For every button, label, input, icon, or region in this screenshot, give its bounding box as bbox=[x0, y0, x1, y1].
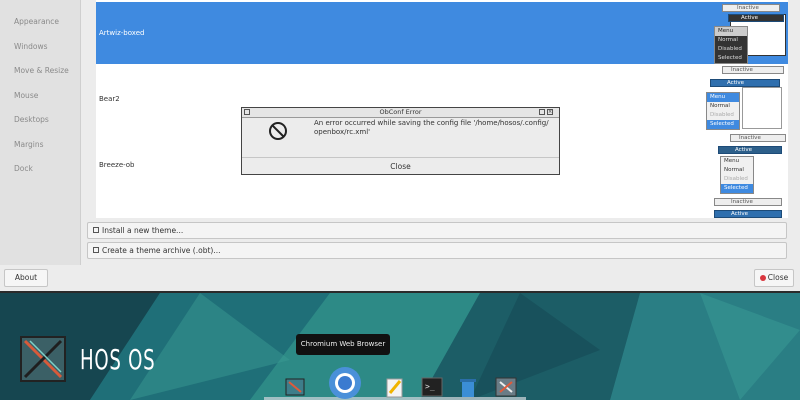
sidebar-item-appearance[interactable]: Appearance bbox=[14, 17, 59, 26]
dialog-titlebar: ObConf Error bbox=[242, 108, 559, 118]
theme-preview: Inactive Active Menu Normal Disabled Sel… bbox=[714, 134, 788, 218]
archive-icon bbox=[93, 247, 99, 253]
theme-preview: Inactive Active Menu Normal Disabled Sel… bbox=[714, 4, 786, 64]
error-dialog: ObConf Error × An error occurred while s… bbox=[241, 107, 560, 175]
chromium-icon[interactable] bbox=[328, 366, 362, 400]
trash-icon[interactable] bbox=[458, 377, 478, 400]
sidebar-item-windows[interactable]: Windows bbox=[14, 42, 47, 51]
error-icon bbox=[269, 122, 287, 140]
theme-name: Artwiz-boxed bbox=[99, 29, 145, 37]
theme-name: Breeze-ob bbox=[99, 161, 135, 169]
hos-logo bbox=[20, 336, 66, 382]
sidebar-item-dock[interactable]: Dock bbox=[14, 164, 33, 173]
sidebar-item-desktops[interactable]: Desktops bbox=[14, 115, 49, 124]
settings-icon[interactable] bbox=[495, 377, 517, 399]
theme-preview: Inactive Active Menu Normal Disabled Sel… bbox=[706, 66, 786, 132]
scrollbar[interactable] bbox=[790, 0, 800, 218]
obconf-icon[interactable] bbox=[285, 377, 305, 399]
sidebar-item-margins[interactable]: Margins bbox=[14, 140, 44, 149]
close-button[interactable]: Close bbox=[754, 269, 794, 287]
terminal-icon[interactable]: >_ bbox=[421, 377, 443, 399]
theme-row[interactable]: Artwiz-boxed Inactive Active Menu Normal… bbox=[96, 2, 788, 64]
error-message: An error occurred while saving the confi… bbox=[314, 119, 549, 136]
about-button[interactable]: About bbox=[4, 269, 48, 287]
close-window-icon[interactable]: × bbox=[547, 109, 553, 115]
brand-text: HOS OS bbox=[80, 343, 156, 376]
minimize-icon[interactable] bbox=[539, 109, 545, 115]
dialog-close-button[interactable]: Close bbox=[242, 157, 559, 175]
install-icon bbox=[93, 227, 99, 233]
window-menu-icon[interactable] bbox=[244, 109, 250, 115]
logo-icon bbox=[23, 339, 63, 379]
sidebar: Appearance Windows Move & Resize Mouse D… bbox=[0, 0, 81, 265]
create-archive-button[interactable]: Create a theme archive (.obt)... bbox=[87, 242, 787, 259]
theme-name: Bear2 bbox=[99, 95, 120, 103]
sidebar-item-mouse[interactable]: Mouse bbox=[14, 91, 38, 100]
dock-tooltip: Chromium Web Browser bbox=[296, 334, 390, 355]
close-icon bbox=[759, 275, 766, 281]
install-theme-button[interactable]: Install a new theme... bbox=[87, 222, 787, 239]
svg-text:>_: >_ bbox=[425, 382, 435, 391]
sidebar-item-move-resize[interactable]: Move & Resize bbox=[14, 66, 69, 75]
text-editor-icon[interactable] bbox=[385, 377, 405, 400]
dialog-title: ObConf Error bbox=[379, 108, 422, 116]
